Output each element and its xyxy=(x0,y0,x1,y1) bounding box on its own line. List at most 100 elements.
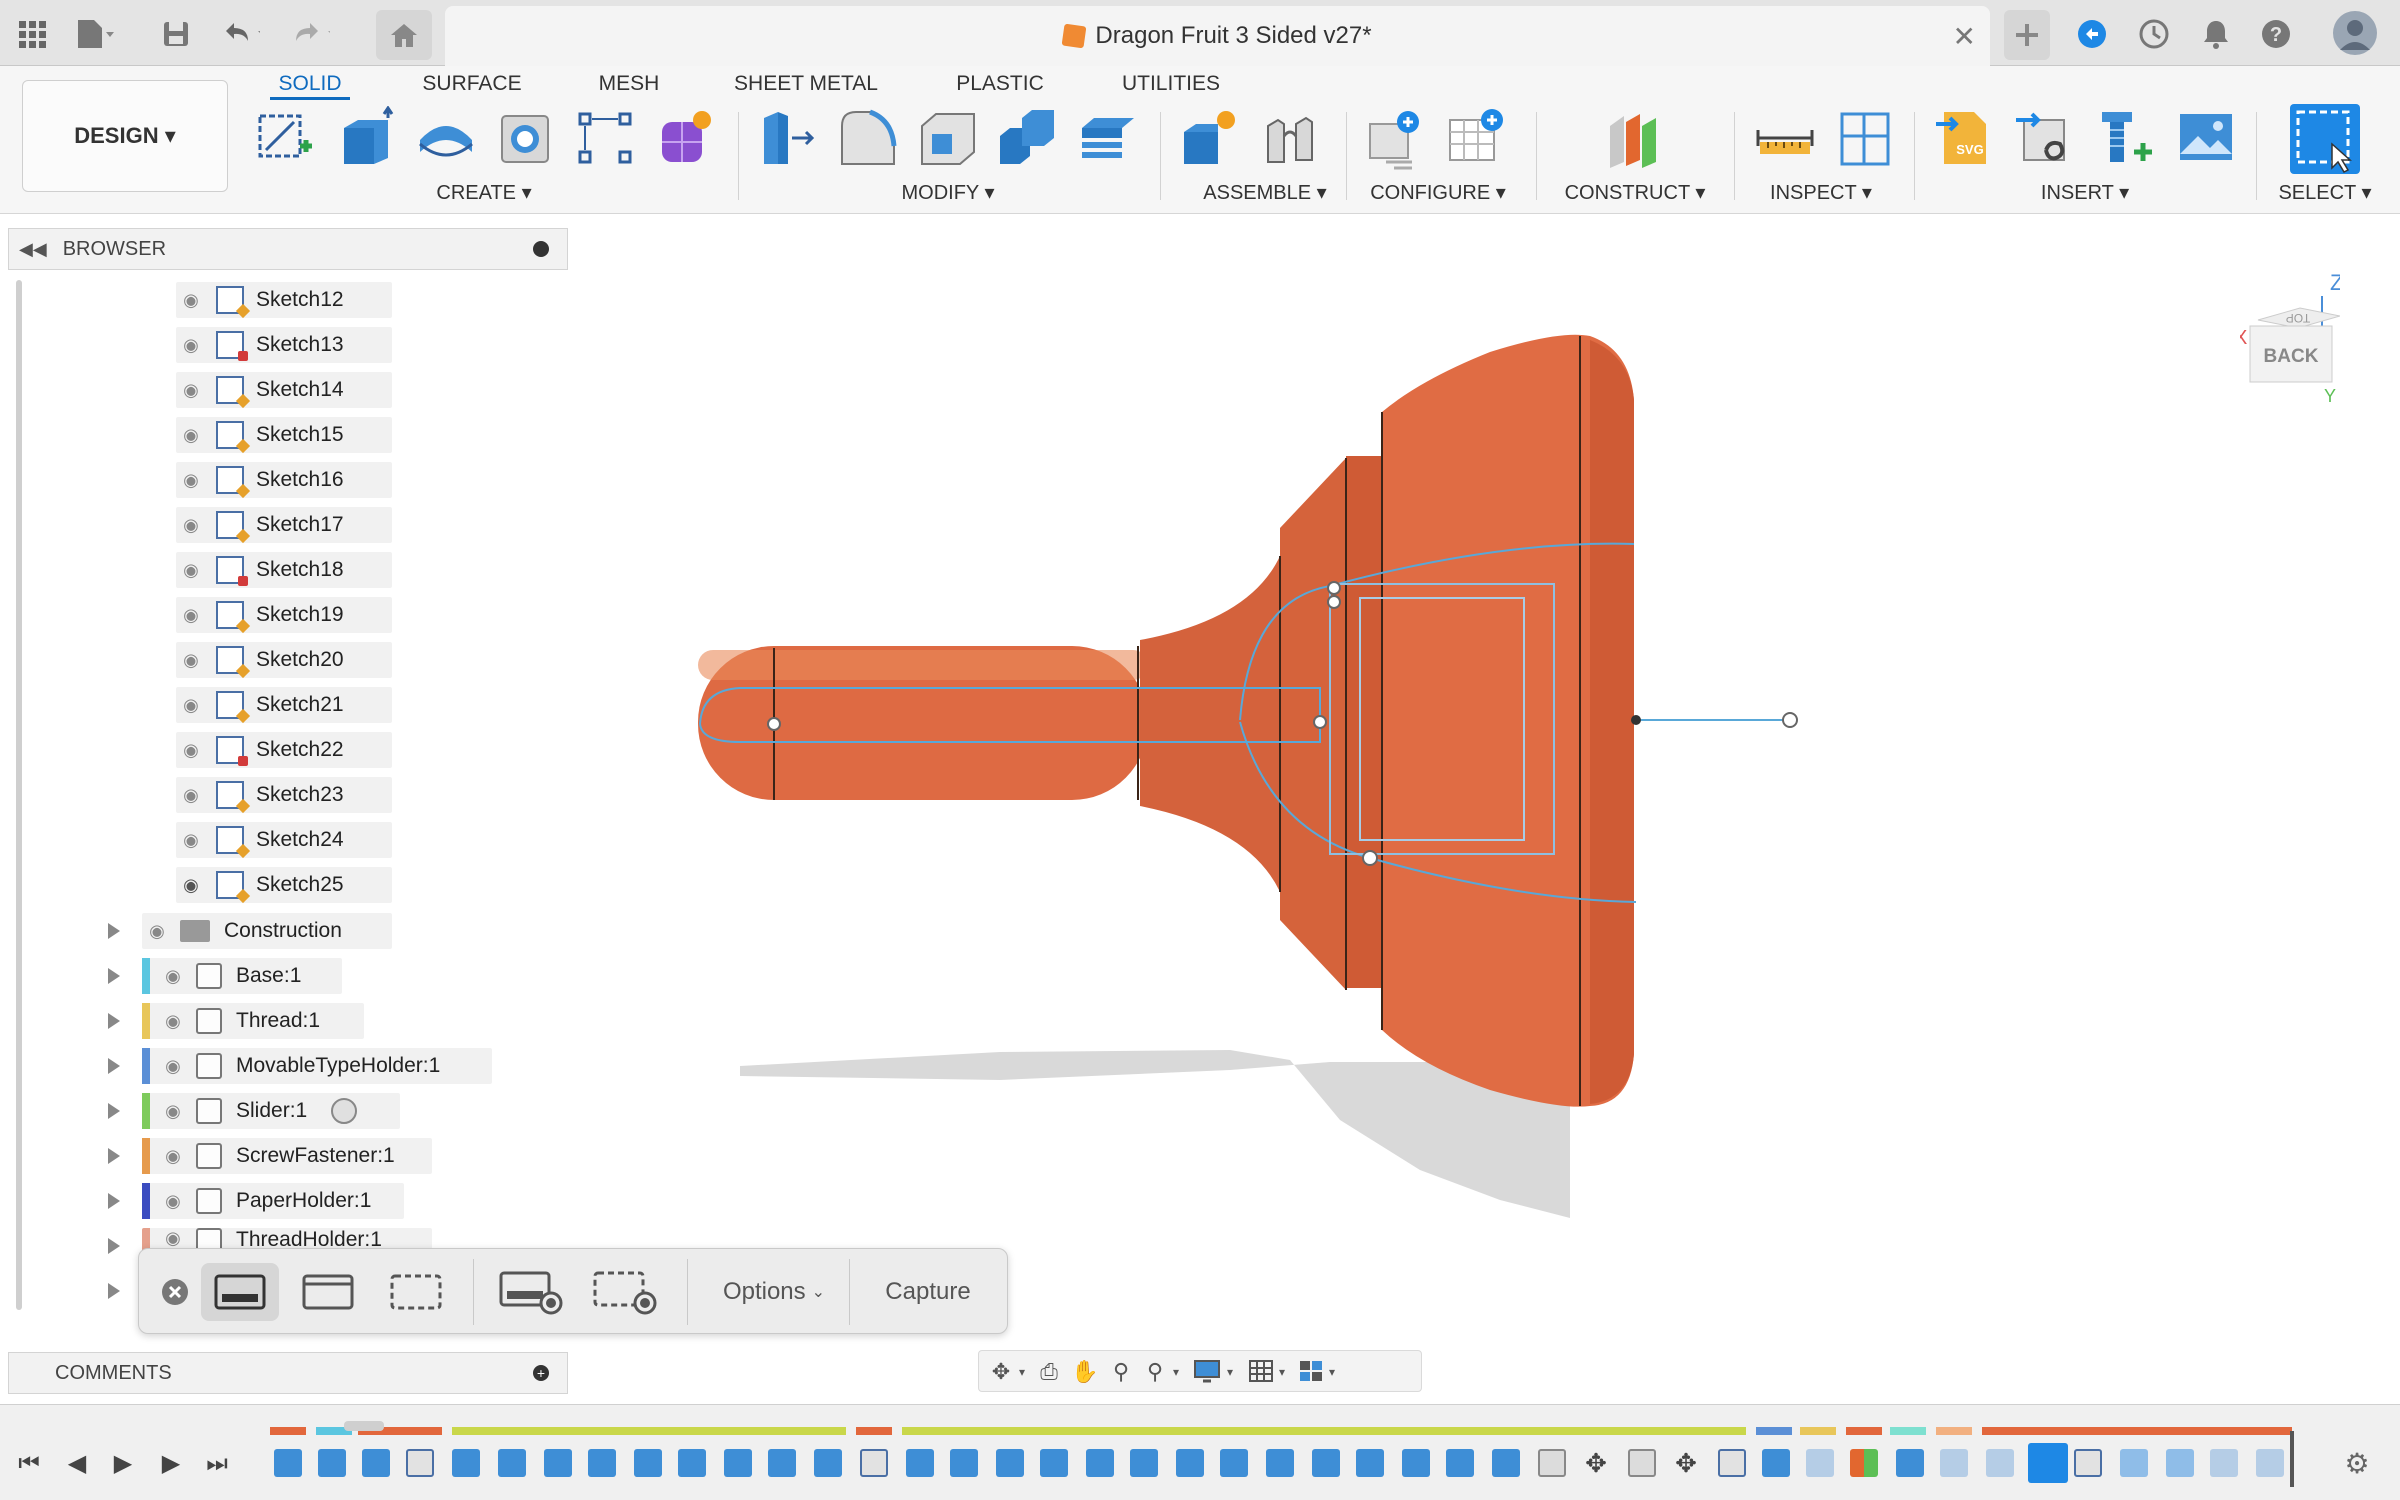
sketch-row[interactable]: ◉ Sketch23 xyxy=(176,777,392,813)
3d-viewport[interactable] xyxy=(570,214,2400,1404)
timeline-extrude-feature[interactable] xyxy=(1446,1449,1474,1477)
timeline-offset-feature[interactable] xyxy=(1896,1449,1924,1477)
revolve-icon[interactable] xyxy=(414,106,478,170)
new-component-icon[interactable] xyxy=(1178,106,1242,170)
component-row[interactable]: ◉ MovableTypeHolder:1 xyxy=(142,1048,492,1084)
press-pull-icon[interactable] xyxy=(756,106,820,170)
add-comment-icon[interactable]: + xyxy=(533,1365,549,1381)
job-status-icon[interactable] xyxy=(2134,14,2174,54)
expand-arrow-icon[interactable] xyxy=(108,1283,120,1299)
tab-mesh[interactable]: MESH xyxy=(590,68,668,100)
tab-plastic[interactable]: PLASTIC xyxy=(950,68,1050,100)
construct-menu[interactable]: CONSTRUCT ▾ xyxy=(1560,180,1710,205)
sketch-row[interactable]: ◉ Sketch22 xyxy=(176,732,392,768)
configuration-table-icon[interactable] xyxy=(1444,106,1508,170)
insert-derive-icon[interactable] xyxy=(2014,106,2078,170)
pan-icon[interactable]: ✋ xyxy=(1071,1359,1099,1385)
offset-face-icon[interactable] xyxy=(1076,106,1140,170)
visibility-on-icon[interactable]: ◉ xyxy=(158,1228,188,1248)
app-grid-icon[interactable] xyxy=(12,14,52,54)
plunger-ring[interactable] xyxy=(1280,458,1346,990)
tab-sheet-metal[interactable]: SHEET METAL xyxy=(730,68,882,100)
tab-surface[interactable]: SURFACE xyxy=(420,68,524,100)
visibility-off-icon[interactable]: ◉ xyxy=(176,785,206,805)
timeline-extrude-feature[interactable] xyxy=(1176,1449,1204,1477)
sketch-row[interactable]: ◉ Sketch16 xyxy=(176,462,392,498)
tab-solid[interactable]: SOLID xyxy=(270,68,350,100)
visibility-on-icon[interactable]: ◉ xyxy=(176,875,206,895)
joint-icon[interactable] xyxy=(1258,106,1322,170)
component-row[interactable]: ◉ Base:1 xyxy=(142,958,342,994)
hole-icon[interactable] xyxy=(494,106,558,170)
assemble-menu[interactable]: ASSEMBLE ▾ xyxy=(1190,180,1340,205)
timeline-move-feature[interactable]: ✥ xyxy=(1672,1449,1700,1477)
sketch-row[interactable]: ◉ Sketch21 xyxy=(176,687,392,723)
visibility-on-icon[interactable]: ◉ xyxy=(142,921,172,941)
timeline-fillet-feature[interactable] xyxy=(2210,1449,2238,1477)
fillet-icon[interactable] xyxy=(836,106,900,170)
new-tab-icon[interactable] xyxy=(2004,10,2050,60)
sketch-row[interactable]: ◉ Sketch12 xyxy=(176,282,392,318)
capture-entire-screen-icon[interactable] xyxy=(201,1263,279,1321)
visibility-off-icon[interactable]: ◉ xyxy=(176,470,206,490)
viewports-icon[interactable] xyxy=(1297,1359,1325,1385)
component-row[interactable]: ◉ ScrewFastener:1 xyxy=(142,1138,432,1174)
create-menu[interactable]: CREATE ▾ xyxy=(398,180,570,205)
visibility-off-icon[interactable]: ◉ xyxy=(176,425,206,445)
step-back-icon[interactable]: ◀ xyxy=(62,1449,92,1479)
close-capture-icon[interactable] xyxy=(153,1263,197,1321)
expand-arrow-icon[interactable] xyxy=(108,1148,120,1164)
timeline-extrude-feature[interactable] xyxy=(318,1449,346,1477)
timeline-extrude-feature[interactable] xyxy=(996,1449,1024,1477)
timeline-sketch-feature[interactable] xyxy=(1718,1449,1746,1477)
component-row[interactable]: ◉ PaperHolder:1 xyxy=(142,1183,404,1219)
tab-utilities[interactable]: UTILITIES xyxy=(1116,68,1226,100)
sketch-row[interactable]: ◉ Sketch25 xyxy=(176,867,392,903)
timeline-extrude-feature[interactable] xyxy=(906,1449,934,1477)
capture-button[interactable]: Capture xyxy=(855,1263,1001,1321)
expand-arrow-icon[interactable] xyxy=(108,1013,120,1029)
chevron-down-icon[interactable]: ▾ xyxy=(1015,1359,1029,1385)
plunger-neck[interactable] xyxy=(1140,556,1280,892)
timeline-fillet-feature[interactable] xyxy=(1806,1449,1834,1477)
notifications-icon[interactable] xyxy=(2196,14,2236,54)
timeline-joint-feature[interactable] xyxy=(1628,1449,1656,1477)
step-forward-icon[interactable]: ▶ xyxy=(156,1449,186,1479)
timeline-scroll-thumb[interactable] xyxy=(344,1421,384,1431)
timeline-extrude-feature[interactable] xyxy=(1266,1449,1294,1477)
timeline-offset-feature[interactable] xyxy=(1762,1449,1790,1477)
timeline-move-feature[interactable]: ✥ xyxy=(1582,1449,1610,1477)
visibility-off-icon[interactable]: ◉ xyxy=(176,335,206,355)
timeline-extrude-feature[interactable] xyxy=(1356,1449,1384,1477)
user-avatar[interactable] xyxy=(2330,8,2380,58)
timeline-extrude-feature[interactable] xyxy=(724,1449,752,1477)
sketch-row[interactable]: ◉ Sketch14 xyxy=(176,372,392,408)
visibility-off-icon[interactable]: ◉ xyxy=(176,290,206,310)
chevron-down-icon[interactable]: ▾ xyxy=(1325,1359,1339,1385)
sketch-row[interactable]: ◉ Sketch18 xyxy=(176,552,392,588)
redo-icon[interactable] xyxy=(290,14,330,54)
section-analysis-icon[interactable] xyxy=(1834,106,1898,170)
visibility-on-icon[interactable]: ◉ xyxy=(158,1056,188,1076)
expand-arrow-icon[interactable] xyxy=(108,968,120,984)
visibility-off-icon[interactable]: ◉ xyxy=(176,650,206,670)
timeline-extrude-feature[interactable] xyxy=(588,1449,616,1477)
select-icon[interactable] xyxy=(2290,104,2360,174)
visibility-off-icon[interactable]: ◉ xyxy=(176,515,206,535)
timeline-extrude-feature[interactable] xyxy=(768,1449,796,1477)
sketch-row[interactable]: ◉ Sketch19 xyxy=(176,597,392,633)
expand-arrow-icon[interactable] xyxy=(108,923,120,939)
visibility-on-icon[interactable]: ◉ xyxy=(158,1101,188,1121)
timeline-joint-feature[interactable] xyxy=(1538,1449,1566,1477)
undo-icon[interactable] xyxy=(220,14,260,54)
chevron-down-icon[interactable]: ▾ xyxy=(1223,1359,1237,1385)
timeline-extrude-feature[interactable] xyxy=(1086,1449,1114,1477)
component-row[interactable]: ◉ Thread:1 xyxy=(142,1003,364,1039)
offset-plane-icon[interactable] xyxy=(1602,106,1666,170)
extensions-icon[interactable] xyxy=(2072,14,2112,54)
combine-icon[interactable] xyxy=(996,106,1060,170)
visibility-off-icon[interactable]: ◉ xyxy=(176,380,206,400)
visibility-on-icon[interactable]: ◉ xyxy=(158,966,188,986)
timeline-extrude-feature[interactable] xyxy=(274,1449,302,1477)
timeline-extrude-feature[interactable] xyxy=(678,1449,706,1477)
